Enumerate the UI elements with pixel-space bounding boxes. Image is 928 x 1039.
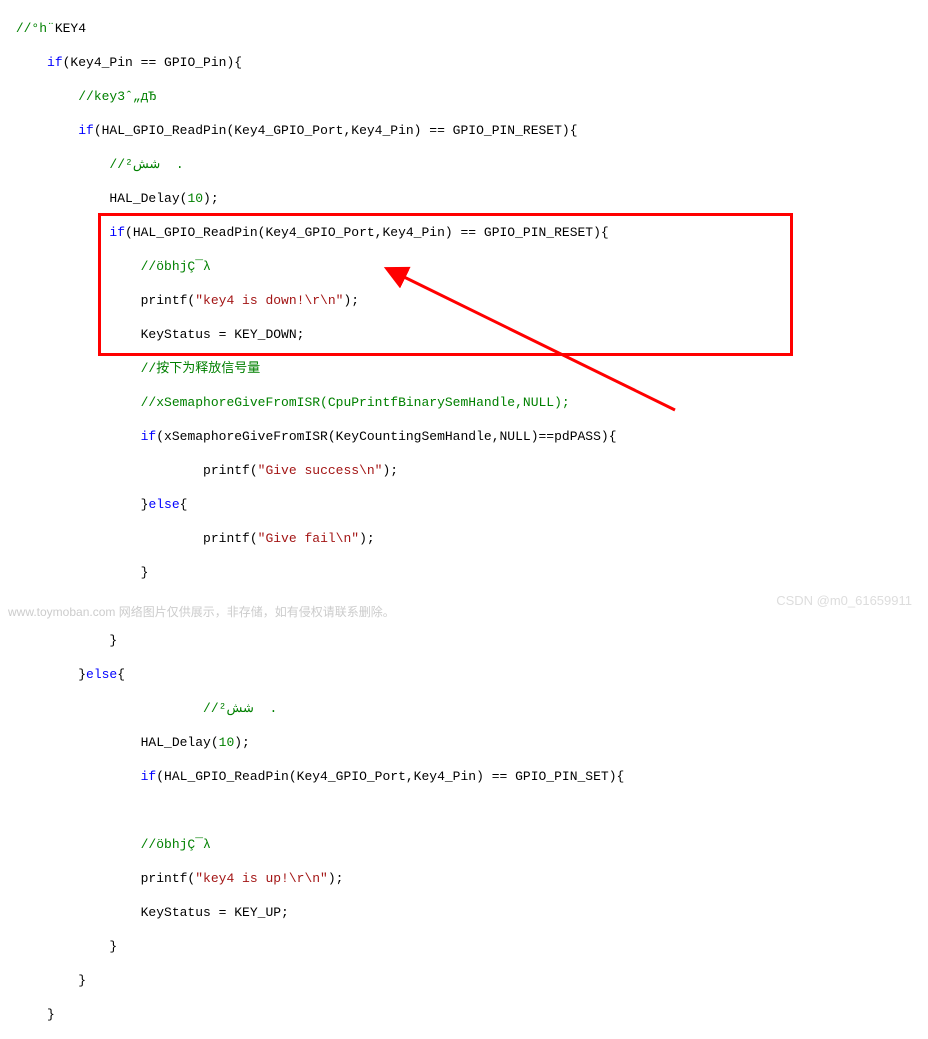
code-text: printf(: [203, 463, 258, 478]
code-text: KeyStatus = KEY_UP;: [141, 905, 289, 920]
keyword-if: if: [141, 769, 157, 784]
keyword-else: else: [86, 667, 117, 682]
code-text: (Key4_Pin == GPIO_Pin){: [63, 55, 242, 70]
comment: //xSemaphoreGiveFromISR(CpuPrintfBinaryS…: [141, 395, 570, 410]
string-literal: "Give success\n": [258, 463, 383, 478]
code-text: printf(: [141, 293, 196, 308]
keyword-if: if: [109, 225, 125, 240]
code-text: printf(: [141, 871, 196, 886]
comment: //°h¨: [16, 21, 55, 36]
code-text: );: [328, 871, 344, 886]
string-literal: "key4 is up!\r\n": [195, 871, 328, 886]
comment: //شش² .: [203, 701, 277, 716]
code-text: HAL_Delay(: [141, 735, 219, 750]
number-literal: 10: [187, 191, 203, 206]
brace: {: [117, 667, 125, 682]
brace: }: [109, 939, 117, 954]
code-text: printf(: [203, 531, 258, 546]
code-text: (HAL_GPIO_ReadPin(Key4_GPIO_Port,Key4_Pi…: [125, 225, 609, 240]
watermark-left: www.toymoban.com 网络图片仅供展示，非存储，如有侵权请联系删除。: [8, 603, 395, 620]
code-text: (HAL_GPIO_ReadPin(Key4_GPIO_Port,Key4_Pi…: [156, 769, 624, 784]
brace: }: [47, 1007, 55, 1022]
comment: //öbhjÇ¯λ: [141, 837, 211, 852]
brace: }: [78, 667, 86, 682]
code-text: );: [203, 191, 219, 206]
code-text: );: [234, 735, 250, 750]
code-text: (HAL_GPIO_ReadPin(Key4_GPIO_Port,Key4_Pi…: [94, 123, 578, 138]
brace: }: [109, 633, 117, 648]
keyword-if: if: [78, 123, 94, 138]
code-text: );: [343, 293, 359, 308]
code-editor: //°h¨KEY4 if(Key4_Pin == GPIO_Pin){ //ke…: [0, 0, 928, 626]
code-text: (xSemaphoreGiveFromISR(KeyCountingSemHan…: [156, 429, 616, 444]
code-text: );: [359, 531, 375, 546]
string-literal: "Give fail\n": [258, 531, 359, 546]
keyword-if: if: [47, 55, 63, 70]
keyword-if: if: [141, 429, 157, 444]
code-text: HAL_Delay(: [109, 191, 187, 206]
comment: //شش² .: [109, 157, 183, 172]
number-literal: 10: [219, 735, 235, 750]
comment: //key3ˆ„дЂ: [78, 89, 156, 104]
string-literal: "key4 is down!\r\n": [195, 293, 343, 308]
code-token: KEY4: [55, 21, 86, 36]
keyword-else: else: [148, 497, 179, 512]
code-text: KeyStatus = KEY_DOWN;: [141, 327, 305, 342]
brace: {: [180, 497, 188, 512]
brace: }: [78, 973, 86, 988]
brace: }: [141, 565, 149, 580]
code-text: );: [382, 463, 398, 478]
watermark-right: CSDN @m0_61659911: [776, 593, 912, 608]
comment: //按下为释放信号量: [141, 361, 261, 376]
comment: //öbhjÇ¯λ: [141, 259, 211, 274]
